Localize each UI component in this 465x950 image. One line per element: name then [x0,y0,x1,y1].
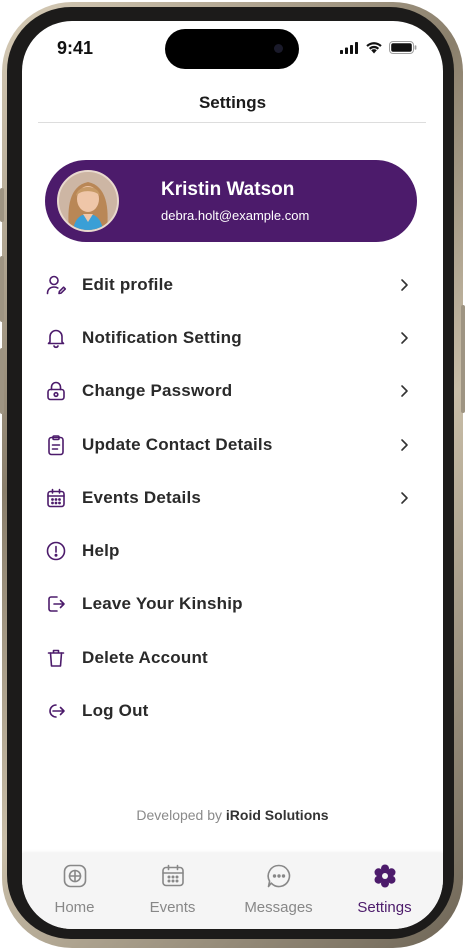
tab-label: Messages [244,899,313,916]
camera-icon [274,44,283,53]
menu-label: Help [82,541,120,561]
menu-label: Leave Your Kinship [82,594,243,614]
avatar [57,170,119,232]
dynamic-island [165,29,299,69]
menu-label: Update Contact Details [82,434,273,454]
chevron-right-icon [401,438,408,451]
tab-home[interactable]: Home [22,853,127,929]
clipboard-icon [48,434,64,455]
trash-icon [47,649,65,667]
tab-messages[interactable]: Messages [226,853,331,929]
home-icon [63,864,86,888]
menu-item-change-password[interactable]: Change Password [22,365,443,418]
tab-events[interactable]: Events [120,853,225,929]
profile-card[interactable]: Kristin Watson debra.holt@example.com [45,160,417,242]
menu-label: Events Details [82,487,202,507]
info-circle-icon [46,541,66,561]
exit-icon [48,596,65,613]
page-title: Settings [198,93,267,112]
battery-icon [389,41,417,54]
volume-down-button [0,348,4,414]
credit-company[interactable]: iRoid Solutions [226,807,329,823]
developer-credit: Developed by iRoid Solutions [22,807,443,823]
chevron-right-icon [401,385,408,398]
lock-icon [47,381,65,401]
chevron-right-icon [401,332,408,344]
user-edit-icon [46,275,67,294]
profile-email: debra.holt@example.com [161,208,310,223]
gear-icon [374,864,395,888]
menu-label: Delete Account [82,647,208,667]
settings-menu: Edit profile Notification Setting Change… [22,258,443,738]
menu-label: Notification Setting [82,327,242,347]
menu-item-edit-profile[interactable]: Edit profile [22,258,443,311]
menu-item-update-contact-details[interactable]: Update Contact Details [22,418,443,471]
chevron-right-icon [401,278,408,291]
calendar-icon [161,864,184,887]
chat-icon [266,864,290,888]
menu-item-help[interactable]: Help [22,524,443,577]
wifi-icon [366,42,382,54]
tab-label: Settings [357,899,412,916]
menu-label: Log Out [82,701,149,721]
chevron-right-icon [401,492,408,504]
avatar-image [59,172,117,230]
credit-prefix: Developed by [136,807,223,823]
volume-up-button [0,256,4,322]
action-button [0,188,4,222]
screen: 9:41 Settings Kristin Watson debra.holt@… [22,21,443,929]
menu-label: Change Password [82,381,233,401]
menu-item-leave-your-kinship[interactable]: Leave Your Kinship [22,578,443,631]
profile-name: Kristin Watson [161,179,295,200]
tab-settings[interactable]: Settings [332,853,437,929]
tab-label: Events [149,899,196,916]
logout-icon [49,704,65,718]
power-button [461,305,465,413]
tab-bar: Home Events Messages Settings [22,853,443,929]
menu-item-log-out[interactable]: Log Out [22,684,443,737]
status-icons [340,41,417,54]
menu-item-delete-account[interactable]: Delete Account [22,631,443,684]
menu-item-events-details[interactable]: Events Details [22,471,443,524]
calendar-icon [47,488,65,508]
menu-item-notification-setting[interactable]: Notification Setting [22,311,443,364]
tab-label: Home [54,899,95,916]
bell-icon [47,329,65,348]
header-divider [38,122,426,123]
menu-label: Edit profile [82,274,174,294]
cellular-signal-icon [340,41,358,54]
status-time: 9:41 [57,38,94,58]
